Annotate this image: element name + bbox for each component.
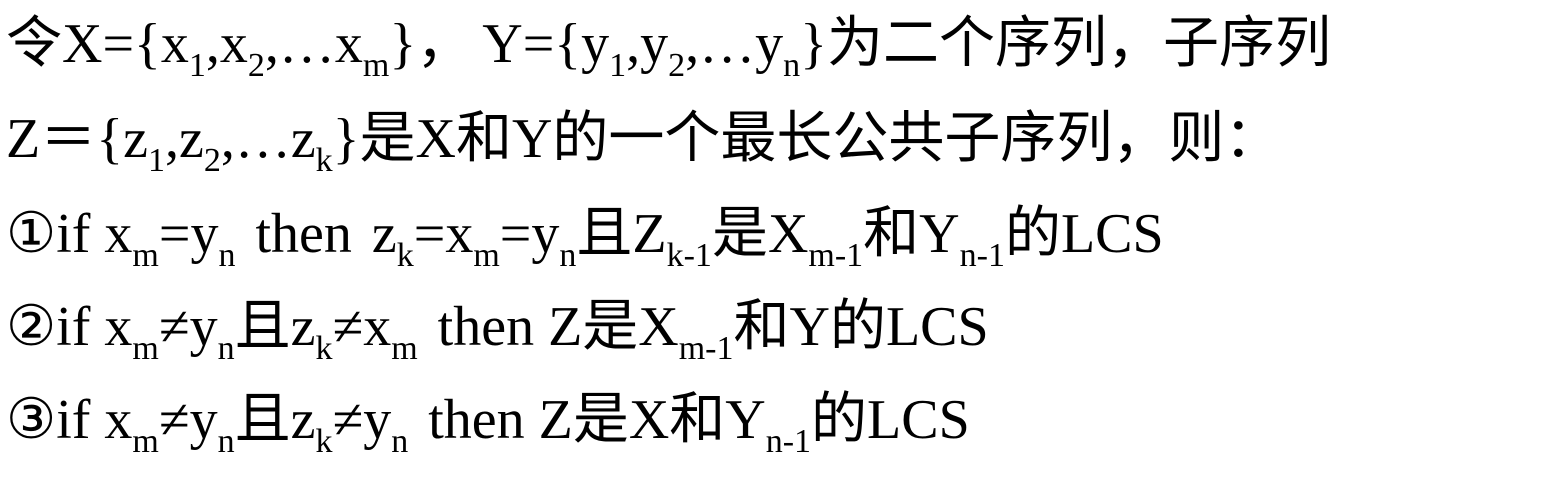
text: then Z是X [437, 296, 679, 358]
subscript: n [217, 330, 235, 367]
subscript: 2 [203, 142, 221, 179]
text: 和Y [863, 203, 960, 265]
text: 且z [234, 389, 316, 451]
subscript: 2 [668, 47, 686, 84]
text: 的LCS [1004, 203, 1164, 265]
text: =y [499, 203, 560, 265]
text: 且Z [576, 203, 667, 265]
text: z [371, 203, 397, 265]
text: ,y [626, 13, 669, 75]
subscript: m [362, 47, 390, 84]
text: }， [389, 13, 473, 75]
subscript: n [217, 423, 235, 460]
definition-line-subsequence: Z＝{z1,z2,…zk}是X和Y的一个最长公共子序列，则： [6, 99, 1280, 179]
text: =x [413, 203, 474, 265]
subscript: m [132, 423, 159, 460]
subscript: n-1 [765, 423, 812, 460]
text: }为二个序列，子序列 [800, 13, 1332, 75]
text: 是X [711, 203, 809, 265]
text: then [255, 203, 352, 265]
case-3-line: ③if xm≠yn且zk≠yn then Z是X和Yn-1的LCS [6, 380, 970, 460]
subscript: 1 [609, 47, 627, 84]
subscript: k [315, 423, 333, 460]
subscript: 1 [147, 142, 165, 179]
lcs-theorem-document: 令X={x1,x2,…xm}， Y={y1,y2,…yn}为二个序列，子序列 Z＝… [6, 0, 1551, 484]
subscript: m [132, 330, 159, 367]
subscript: m-1 [678, 330, 734, 367]
subscript: k [315, 330, 333, 367]
text: ≠y [332, 389, 392, 451]
text: ,…y [685, 13, 784, 75]
subscript: k-1 [666, 237, 712, 274]
text: Y={y [482, 13, 610, 75]
case-2-line: ②if xm≠yn且zk≠xm then Z是Xm-1和Y的LCS [6, 287, 989, 367]
text: }是X和Y的一个最长公共子序列，则： [332, 108, 1281, 170]
subscript: n [218, 237, 236, 274]
text: then Z是X和Y [428, 389, 766, 451]
text: 令X={x [6, 13, 189, 75]
definition-line-sequences: 令X={x1,x2,…xm}， Y={y1,y2,…yn}为二个序列，子序列 [6, 4, 1331, 84]
text: 的LCS [811, 389, 970, 451]
text: 且z [234, 296, 316, 358]
subscript: n-1 [959, 237, 1005, 274]
subscript: 1 [188, 47, 206, 84]
subscript: 2 [247, 47, 265, 84]
text: ③if x [6, 389, 133, 451]
subscript: k [315, 142, 333, 179]
case-1-line: ①if xm=yn then zk=xm=yn且Zk-1是Xm-1和Yn-1的LCS [6, 194, 1164, 274]
text: ①if x [6, 203, 133, 265]
subscript: n [783, 47, 801, 84]
subscript: k [396, 237, 414, 274]
text: ≠x [332, 296, 392, 358]
subscript: m [391, 330, 418, 367]
subscript: n [391, 423, 409, 460]
text: ≠y [158, 296, 218, 358]
text: ,…z [220, 108, 316, 170]
text: =y [158, 203, 219, 265]
text: ,…x [264, 13, 363, 75]
subscript: m-1 [808, 237, 864, 274]
text: ,z [164, 108, 204, 170]
text: Z＝{z [6, 108, 148, 170]
text: ≠y [158, 389, 218, 451]
subscript: n [559, 237, 577, 274]
text: 和Y的LCS [733, 296, 989, 358]
text: ②if x [6, 296, 133, 358]
text: ,x [205, 13, 248, 75]
subscript: m [473, 237, 500, 274]
subscript: m [132, 237, 159, 274]
